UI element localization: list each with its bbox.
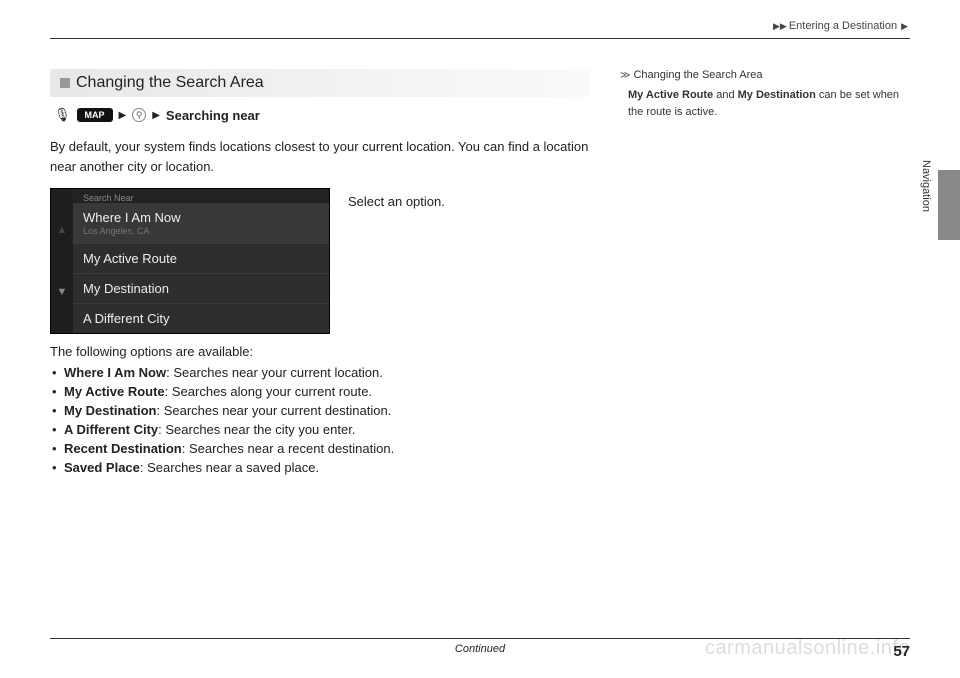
- page-footer: Continued 57: [50, 638, 910, 660]
- main-column: Changing the Search Area 🎙 MAP ▶ ⚲ ▶ Sea…: [50, 69, 590, 479]
- option-desc: : Searches near your current location.: [166, 365, 383, 380]
- list-item: My Active Route: Searches along your cur…: [50, 384, 590, 399]
- breadcrumb-parent: Entering a Destination: [789, 20, 897, 32]
- option-name: My Destination: [64, 403, 156, 418]
- map-button-label: MAP: [77, 108, 113, 122]
- options-list: Where I Am Now: Searches near your curre…: [50, 365, 590, 475]
- option-desc: : Searches along your current route.: [165, 384, 372, 399]
- item-sublabel: Los Angeles, CA: [83, 226, 319, 236]
- section-title-text: Changing the Search Area: [76, 74, 264, 92]
- nav-trailing-label: Searching near: [166, 108, 260, 123]
- instruction-text: Select an option.: [348, 188, 445, 334]
- option-name: A Different City: [64, 422, 158, 437]
- item-label: My Active Route: [83, 251, 177, 266]
- option-name: My Active Route: [64, 384, 165, 399]
- scroll-arrow-column: ▲ ▼: [51, 189, 73, 333]
- nav-path: 🎙 MAP ▶ ⚲ ▶ Searching near: [50, 107, 590, 123]
- list-item: A Different City: [73, 304, 329, 333]
- side-column: ≫ Changing the Search Area My Active Rou…: [620, 69, 910, 479]
- option-name: Recent Destination: [64, 441, 182, 456]
- square-bullet-icon: [60, 78, 70, 88]
- list-item: Where I Am Now: Searches near your curre…: [50, 365, 590, 380]
- chevron-right-icon: ▶: [901, 21, 908, 32]
- header-breadcrumb: ▶▶ Entering a Destination ▶: [50, 20, 910, 39]
- device-screenshot: ▲ ▼ Search Near Where I Am Now Los Angel…: [50, 188, 330, 334]
- list-item: My Destination: Searches near your curre…: [50, 403, 590, 418]
- section-tab-label: Navigation: [920, 160, 932, 212]
- voice-icon: 🎙: [54, 107, 71, 123]
- option-desc: : Searches near the city you enter.: [158, 422, 355, 437]
- screenshot-header: Search Near: [73, 189, 329, 203]
- option-name: Where I Am Now: [64, 365, 166, 380]
- intro-paragraph: By default, your system finds locations …: [50, 137, 590, 176]
- side-heading: ≫ Changing the Search Area: [620, 69, 910, 81]
- follow-text: The following options are available:: [50, 344, 590, 359]
- chevron-right-icon: ▶: [152, 110, 160, 121]
- side-body: My Active Route and My Destination can b…: [620, 87, 910, 120]
- side-strong: My Active Route: [628, 89, 713, 101]
- search-icon: ⚲: [132, 108, 146, 122]
- side-text: and: [713, 89, 737, 101]
- option-desc: : Searches near a recent destination.: [182, 441, 394, 456]
- side-strong: My Destination: [738, 89, 816, 101]
- chevron-right-icon: ▶▶: [773, 21, 787, 32]
- list-item: Where I Am Now Los Angeles, CA: [73, 203, 329, 244]
- list-item: My Destination: [73, 274, 329, 304]
- continued-label: Continued: [455, 643, 505, 655]
- option-name: Saved Place: [64, 460, 140, 475]
- chevron-right-icon: ▶: [119, 110, 127, 121]
- down-arrow-icon: ▼: [57, 286, 68, 298]
- list-item: A Different City: Searches near the city…: [50, 422, 590, 437]
- list-item: My Active Route: [73, 244, 329, 274]
- option-desc: : Searches near your current destination…: [156, 403, 391, 418]
- section-tab: [938, 170, 960, 240]
- list-item: Saved Place: Searches near a saved place…: [50, 460, 590, 475]
- item-label: Where I Am Now: [83, 210, 181, 225]
- item-label: My Destination: [83, 281, 169, 296]
- list-item: Recent Destination: Searches near a rece…: [50, 441, 590, 456]
- double-angle-icon: ≫: [620, 70, 628, 81]
- item-label: A Different City: [83, 311, 169, 326]
- option-desc: : Searches near a saved place.: [140, 460, 319, 475]
- section-heading: Changing the Search Area: [50, 69, 590, 97]
- up-arrow-icon: ▲: [57, 224, 68, 236]
- page-number: 57: [893, 643, 910, 660]
- side-heading-text: Changing the Search Area: [633, 69, 762, 81]
